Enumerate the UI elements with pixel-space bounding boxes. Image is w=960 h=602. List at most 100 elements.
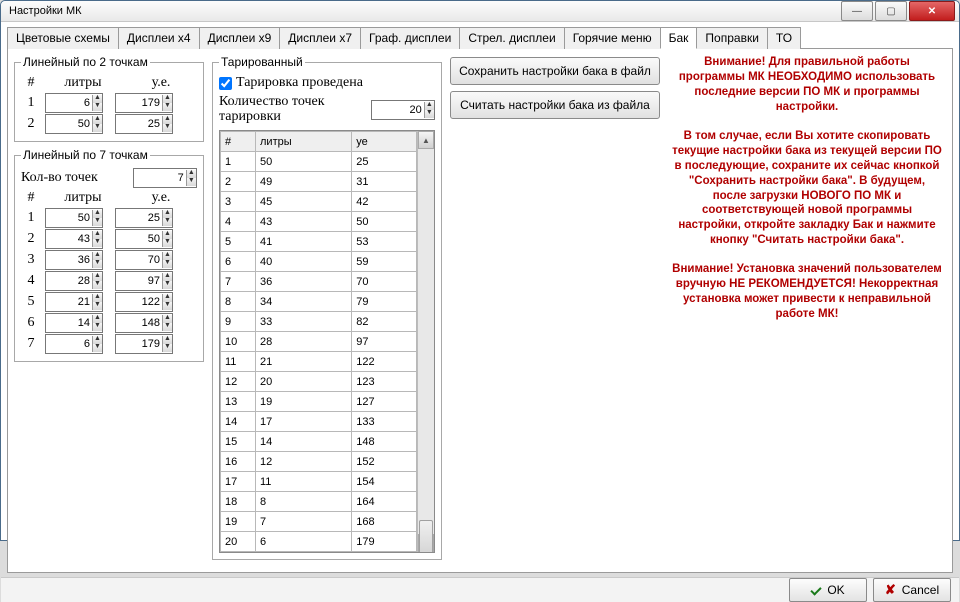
liters-spinner[interactable]: ▲▼: [45, 229, 103, 249]
linear-row: 1 ▲▼ ▲▼: [21, 208, 197, 228]
table-row[interactable]: 1514148: [221, 432, 417, 452]
table-row[interactable]: 1121122: [221, 352, 417, 372]
linear-2-group: Линейный по 2 точкам # литры у.е. 1 ▲▼ ▲…: [14, 55, 204, 142]
liters-input[interactable]: [46, 275, 92, 287]
table-row[interactable]: 64059: [221, 252, 417, 272]
save-tank-button[interactable]: Сохранить настройки бака в файл: [450, 57, 660, 85]
ue-spinner[interactable]: ▲▼: [115, 313, 173, 333]
tab-8[interactable]: Поправки: [696, 27, 767, 49]
table-row[interactable]: 188164: [221, 492, 417, 512]
minimize-button[interactable]: —: [841, 1, 873, 21]
liters-spinner[interactable]: ▲▼: [45, 292, 103, 312]
calibration-count-row: Количество точек тарировки ▲▼: [219, 95, 435, 124]
table-row[interactable]: 54153: [221, 232, 417, 252]
liters-input[interactable]: [46, 338, 92, 350]
tab-4[interactable]: Граф. дисплеи: [360, 27, 460, 49]
liters-spinner[interactable]: ▲▼: [45, 271, 103, 291]
ok-button[interactable]: OK: [789, 578, 867, 602]
linear-row: 7 ▲▼ ▲▼: [21, 334, 197, 354]
table-row[interactable]: 44350: [221, 212, 417, 232]
ue-input[interactable]: [116, 97, 162, 109]
liters-input[interactable]: [46, 296, 92, 308]
table-row[interactable]: 1319127: [221, 392, 417, 412]
scroll-thumb[interactable]: [419, 520, 433, 553]
table-row[interactable]: 1417133: [221, 412, 417, 432]
close-button[interactable]: ✕: [909, 1, 955, 21]
table-scrollbar[interactable]: ▲ ▼: [417, 131, 434, 552]
cancel-button[interactable]: ✘ Cancel: [873, 578, 951, 602]
middle-column: Тарированный Тарировка проведена Количес…: [212, 55, 442, 566]
tab-bar: Цветовые схемыДисплеи x4Дисплеи x9Диспле…: [7, 26, 953, 49]
liters-spinner[interactable]: ▲▼: [45, 250, 103, 270]
table-row[interactable]: 83479: [221, 292, 417, 312]
linear-row: 4 ▲▼ ▲▼: [21, 271, 197, 291]
liters-input[interactable]: [46, 254, 92, 266]
table-row[interactable]: 102897: [221, 332, 417, 352]
liters-input[interactable]: [46, 212, 92, 224]
ue-spinner[interactable]: ▲▼: [115, 93, 173, 113]
table-row[interactable]: 206179: [221, 532, 417, 552]
ue-input[interactable]: [116, 275, 162, 287]
scroll-up-icon[interactable]: ▲: [418, 131, 434, 149]
linear-7-group: Линейный по 7 точкам Кол-во точек ▲▼ # л…: [14, 148, 204, 362]
ue-input[interactable]: [116, 254, 162, 266]
liters-input[interactable]: [46, 317, 92, 329]
settings-window: Настройки МК — ▢ ✕ Цветовые схемыДисплеи…: [0, 0, 960, 541]
ue-input[interactable]: [116, 296, 162, 308]
tab-1[interactable]: Дисплеи x4: [118, 27, 200, 49]
ue-input[interactable]: [116, 233, 162, 245]
liters-input[interactable]: [46, 233, 92, 245]
table-row[interactable]: 1612152: [221, 452, 417, 472]
tab-0[interactable]: Цветовые схемы: [7, 27, 119, 49]
points-count-input[interactable]: [134, 172, 186, 184]
ue-spinner[interactable]: ▲▼: [115, 271, 173, 291]
window-buttons: — ▢ ✕: [839, 1, 955, 21]
calibration-count-input[interactable]: [372, 104, 424, 116]
calibration-done-checkbox[interactable]: Тарировка проведена: [219, 75, 435, 91]
table-row[interactable]: 24931: [221, 172, 417, 192]
ue-input[interactable]: [116, 118, 162, 130]
ue-spinner[interactable]: ▲▼: [115, 292, 173, 312]
tab-9[interactable]: ТО: [767, 27, 801, 49]
tab-5[interactable]: Стрел. дисплеи: [459, 27, 564, 49]
calibration-table[interactable]: #литрыуе15025249313454244350541536405973…: [220, 131, 417, 552]
ue-spinner[interactable]: ▲▼: [115, 229, 173, 249]
liters-spinner[interactable]: ▲▼: [45, 334, 103, 354]
liters-spinner[interactable]: ▲▼: [45, 93, 103, 113]
table-row[interactable]: 197168: [221, 512, 417, 532]
table-row[interactable]: 34542: [221, 192, 417, 212]
table-row[interactable]: 1711154: [221, 472, 417, 492]
liters-spinner[interactable]: ▲▼: [45, 114, 103, 134]
table-row[interactable]: 93382: [221, 312, 417, 332]
ue-input[interactable]: [116, 338, 162, 350]
table-row[interactable]: 15025: [221, 152, 417, 172]
ue-spinner[interactable]: ▲▼: [115, 334, 173, 354]
ue-spinner[interactable]: ▲▼: [115, 114, 173, 134]
load-tank-button[interactable]: Считать настройки бака из файла: [450, 91, 660, 119]
warning-text-1: Внимание! Для правильной работы программ…: [672, 55, 942, 115]
linear-row: 5 ▲▼ ▲▼: [21, 292, 197, 312]
liters-input[interactable]: [46, 97, 92, 109]
spinner-arrows[interactable]: ▲▼: [424, 102, 434, 118]
ue-spinner[interactable]: ▲▼: [115, 208, 173, 228]
calibration-done-input[interactable]: [219, 77, 232, 90]
ue-spinner[interactable]: ▲▼: [115, 250, 173, 270]
liters-input[interactable]: [46, 118, 92, 130]
table-row[interactable]: 1220123: [221, 372, 417, 392]
spinner-arrows[interactable]: ▲▼: [186, 170, 196, 186]
tab-3[interactable]: Дисплеи x7: [279, 27, 361, 49]
linear-2-legend: Линейный по 2 точкам: [21, 55, 150, 69]
tab-6[interactable]: Горячие меню: [564, 27, 661, 49]
calibration-count-spinner[interactable]: ▲▼: [371, 100, 435, 120]
ue-input[interactable]: [116, 212, 162, 224]
window-title: Настройки МК: [9, 5, 839, 17]
maximize-button[interactable]: ▢: [875, 1, 907, 21]
points-count-spinner[interactable]: ▲▼: [133, 168, 197, 188]
tab-7[interactable]: Бак: [660, 27, 698, 49]
liters-spinner[interactable]: ▲▼: [45, 208, 103, 228]
tab-2[interactable]: Дисплеи x9: [199, 27, 281, 49]
linear-row: 1 ▲▼ ▲▼: [21, 93, 197, 113]
liters-spinner[interactable]: ▲▼: [45, 313, 103, 333]
ue-input[interactable]: [116, 317, 162, 329]
table-row[interactable]: 73670: [221, 272, 417, 292]
